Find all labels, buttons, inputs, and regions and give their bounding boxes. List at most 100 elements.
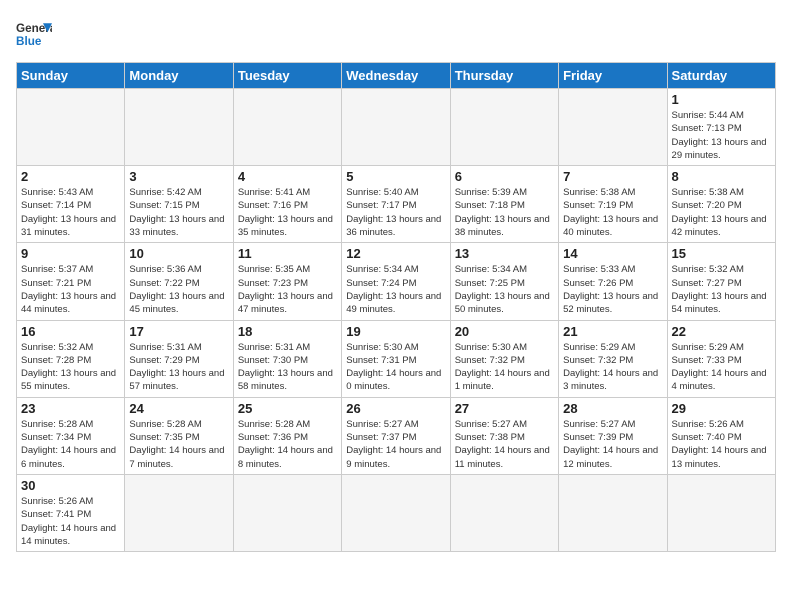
calendar-cell: 18 Sunrise: 5:31 AM Sunset: 7:30 PM Dayli… — [233, 320, 341, 397]
calendar-cell — [17, 89, 125, 166]
calendar-cell: 1 Sunrise: 5:44 AM Sunset: 7:13 PM Daylig… — [667, 89, 775, 166]
calendar-cell: 30 Sunrise: 5:26 AM Sunset: 7:41 PM Dayli… — [17, 474, 125, 551]
day-number: 29 — [672, 401, 771, 416]
day-number: 20 — [455, 324, 554, 339]
day-info: Sunrise: 5:26 AM Sunset: 7:40 PM Dayligh… — [672, 418, 771, 471]
day-header-tuesday: Tuesday — [233, 63, 341, 89]
calendar-cell: 27 Sunrise: 5:27 AM Sunset: 7:38 PM Dayli… — [450, 397, 558, 474]
day-number: 4 — [238, 169, 337, 184]
logo: General Blue — [16, 16, 52, 52]
day-info: Sunrise: 5:27 AM Sunset: 7:38 PM Dayligh… — [455, 418, 554, 471]
calendar-cell: 16 Sunrise: 5:32 AM Sunset: 7:28 PM Dayli… — [17, 320, 125, 397]
calendar-cell — [450, 474, 558, 551]
day-number: 30 — [21, 478, 120, 493]
day-header-saturday: Saturday — [667, 63, 775, 89]
day-header-friday: Friday — [559, 63, 667, 89]
calendar-cell: 5Sunrise: 5:40 AM Sunset: 7:17 PM Daylig… — [342, 166, 450, 243]
day-info: Sunrise: 5:38 AM Sunset: 7:19 PM Dayligh… — [563, 186, 662, 239]
calendar-cell: 20 Sunrise: 5:30 AM Sunset: 7:32 PM Dayli… — [450, 320, 558, 397]
day-info: Sunrise: 5:29 AM Sunset: 7:33 PM Dayligh… — [672, 341, 771, 394]
day-number: 15 — [672, 246, 771, 261]
calendar-cell: 23Sunrise: 5:28 AM Sunset: 7:34 PM Dayli… — [17, 397, 125, 474]
day-number: 22 — [672, 324, 771, 339]
day-info: Sunrise: 5:27 AM Sunset: 7:37 PM Dayligh… — [346, 418, 445, 471]
day-info: Sunrise: 5:40 AM Sunset: 7:17 PM Dayligh… — [346, 186, 445, 239]
day-number: 14 — [563, 246, 662, 261]
day-info: Sunrise: 5:31 AM Sunset: 7:30 PM Dayligh… — [238, 341, 337, 394]
day-number: 2 — [21, 169, 120, 184]
day-number: 27 — [455, 401, 554, 416]
day-info: Sunrise: 5:37 AM Sunset: 7:21 PM Dayligh… — [21, 263, 120, 316]
day-header-sunday: Sunday — [17, 63, 125, 89]
calendar-cell: 14 Sunrise: 5:33 AM Sunset: 7:26 PM Dayli… — [559, 243, 667, 320]
calendar-cell: 29 Sunrise: 5:26 AM Sunset: 7:40 PM Dayli… — [667, 397, 775, 474]
calendar-cell — [450, 89, 558, 166]
calendar-cell — [342, 474, 450, 551]
day-number: 3 — [129, 169, 228, 184]
day-number: 12 — [346, 246, 445, 261]
calendar-cell: 4 Sunrise: 5:41 AM Sunset: 7:16 PM Daylig… — [233, 166, 341, 243]
day-header-monday: Monday — [125, 63, 233, 89]
calendar-week-row: 16 Sunrise: 5:32 AM Sunset: 7:28 PM Dayli… — [17, 320, 776, 397]
calendar-cell: 25Sunrise: 5:28 AM Sunset: 7:36 PM Dayli… — [233, 397, 341, 474]
day-info: Sunrise: 5:42 AM Sunset: 7:15 PM Dayligh… — [129, 186, 228, 239]
calendar-week-row: 9 Sunrise: 5:37 AM Sunset: 7:21 PM Daylig… — [17, 243, 776, 320]
calendar-table: SundayMondayTuesdayWednesdayThursdayFrid… — [16, 62, 776, 552]
day-header-thursday: Thursday — [450, 63, 558, 89]
day-info: Sunrise: 5:28 AM Sunset: 7:35 PM Dayligh… — [129, 418, 228, 471]
day-number: 7 — [563, 169, 662, 184]
day-info: Sunrise: 5:32 AM Sunset: 7:28 PM Dayligh… — [21, 341, 120, 394]
day-info: Sunrise: 5:31 AM Sunset: 7:29 PM Dayligh… — [129, 341, 228, 394]
calendar-cell: 26 Sunrise: 5:27 AM Sunset: 7:37 PM Dayli… — [342, 397, 450, 474]
day-number: 1 — [672, 92, 771, 107]
calendar-header-row: SundayMondayTuesdayWednesdayThursdayFrid… — [17, 63, 776, 89]
day-number: 21 — [563, 324, 662, 339]
calendar-cell: 7 Sunrise: 5:38 AM Sunset: 7:19 PM Daylig… — [559, 166, 667, 243]
day-info: Sunrise: 5:39 AM Sunset: 7:18 PM Dayligh… — [455, 186, 554, 239]
calendar-cell: 10Sunrise: 5:36 AM Sunset: 7:22 PM Dayli… — [125, 243, 233, 320]
day-info: Sunrise: 5:26 AM Sunset: 7:41 PM Dayligh… — [21, 495, 120, 548]
calendar-week-row: 23Sunrise: 5:28 AM Sunset: 7:34 PM Dayli… — [17, 397, 776, 474]
svg-text:Blue: Blue — [16, 35, 42, 48]
day-info: Sunrise: 5:30 AM Sunset: 7:31 PM Dayligh… — [346, 341, 445, 394]
logo-icon: General Blue — [16, 16, 52, 52]
calendar-cell: 11Sunrise: 5:35 AM Sunset: 7:23 PM Dayli… — [233, 243, 341, 320]
calendar-cell — [559, 474, 667, 551]
day-info: Sunrise: 5:32 AM Sunset: 7:27 PM Dayligh… — [672, 263, 771, 316]
day-info: Sunrise: 5:30 AM Sunset: 7:32 PM Dayligh… — [455, 341, 554, 394]
day-info: Sunrise: 5:29 AM Sunset: 7:32 PM Dayligh… — [563, 341, 662, 394]
day-header-wednesday: Wednesday — [342, 63, 450, 89]
day-number: 16 — [21, 324, 120, 339]
day-info: Sunrise: 5:41 AM Sunset: 7:16 PM Dayligh… — [238, 186, 337, 239]
day-info: Sunrise: 5:27 AM Sunset: 7:39 PM Dayligh… — [563, 418, 662, 471]
day-number: 18 — [238, 324, 337, 339]
day-info: Sunrise: 5:34 AM Sunset: 7:24 PM Dayligh… — [346, 263, 445, 316]
calendar-cell — [667, 474, 775, 551]
calendar-cell: 13Sunrise: 5:34 AM Sunset: 7:25 PM Dayli… — [450, 243, 558, 320]
calendar-cell: 8Sunrise: 5:38 AM Sunset: 7:20 PM Daylig… — [667, 166, 775, 243]
day-info: Sunrise: 5:28 AM Sunset: 7:36 PM Dayligh… — [238, 418, 337, 471]
day-number: 11 — [238, 246, 337, 261]
day-info: Sunrise: 5:33 AM Sunset: 7:26 PM Dayligh… — [563, 263, 662, 316]
day-number: 8 — [672, 169, 771, 184]
calendar-cell: 6 Sunrise: 5:39 AM Sunset: 7:18 PM Daylig… — [450, 166, 558, 243]
calendar-cell: 19 Sunrise: 5:30 AM Sunset: 7:31 PM Dayli… — [342, 320, 450, 397]
day-number: 24 — [129, 401, 228, 416]
calendar-week-row: 1 Sunrise: 5:44 AM Sunset: 7:13 PM Daylig… — [17, 89, 776, 166]
calendar-cell — [342, 89, 450, 166]
page-header: General Blue — [16, 16, 776, 52]
day-number: 9 — [21, 246, 120, 261]
calendar-cell — [233, 474, 341, 551]
day-number: 6 — [455, 169, 554, 184]
calendar-cell: 12 Sunrise: 5:34 AM Sunset: 7:24 PM Dayli… — [342, 243, 450, 320]
calendar-cell — [125, 89, 233, 166]
day-number: 19 — [346, 324, 445, 339]
day-info: Sunrise: 5:28 AM Sunset: 7:34 PM Dayligh… — [21, 418, 120, 471]
day-info: Sunrise: 5:36 AM Sunset: 7:22 PM Dayligh… — [129, 263, 228, 316]
day-info: Sunrise: 5:44 AM Sunset: 7:13 PM Dayligh… — [672, 109, 771, 162]
calendar-cell: 3 Sunrise: 5:42 AM Sunset: 7:15 PM Daylig… — [125, 166, 233, 243]
calendar-cell: 21 Sunrise: 5:29 AM Sunset: 7:32 PM Dayli… — [559, 320, 667, 397]
calendar-cell: 24 Sunrise: 5:28 AM Sunset: 7:35 PM Dayli… — [125, 397, 233, 474]
day-info: Sunrise: 5:34 AM Sunset: 7:25 PM Dayligh… — [455, 263, 554, 316]
day-number: 26 — [346, 401, 445, 416]
